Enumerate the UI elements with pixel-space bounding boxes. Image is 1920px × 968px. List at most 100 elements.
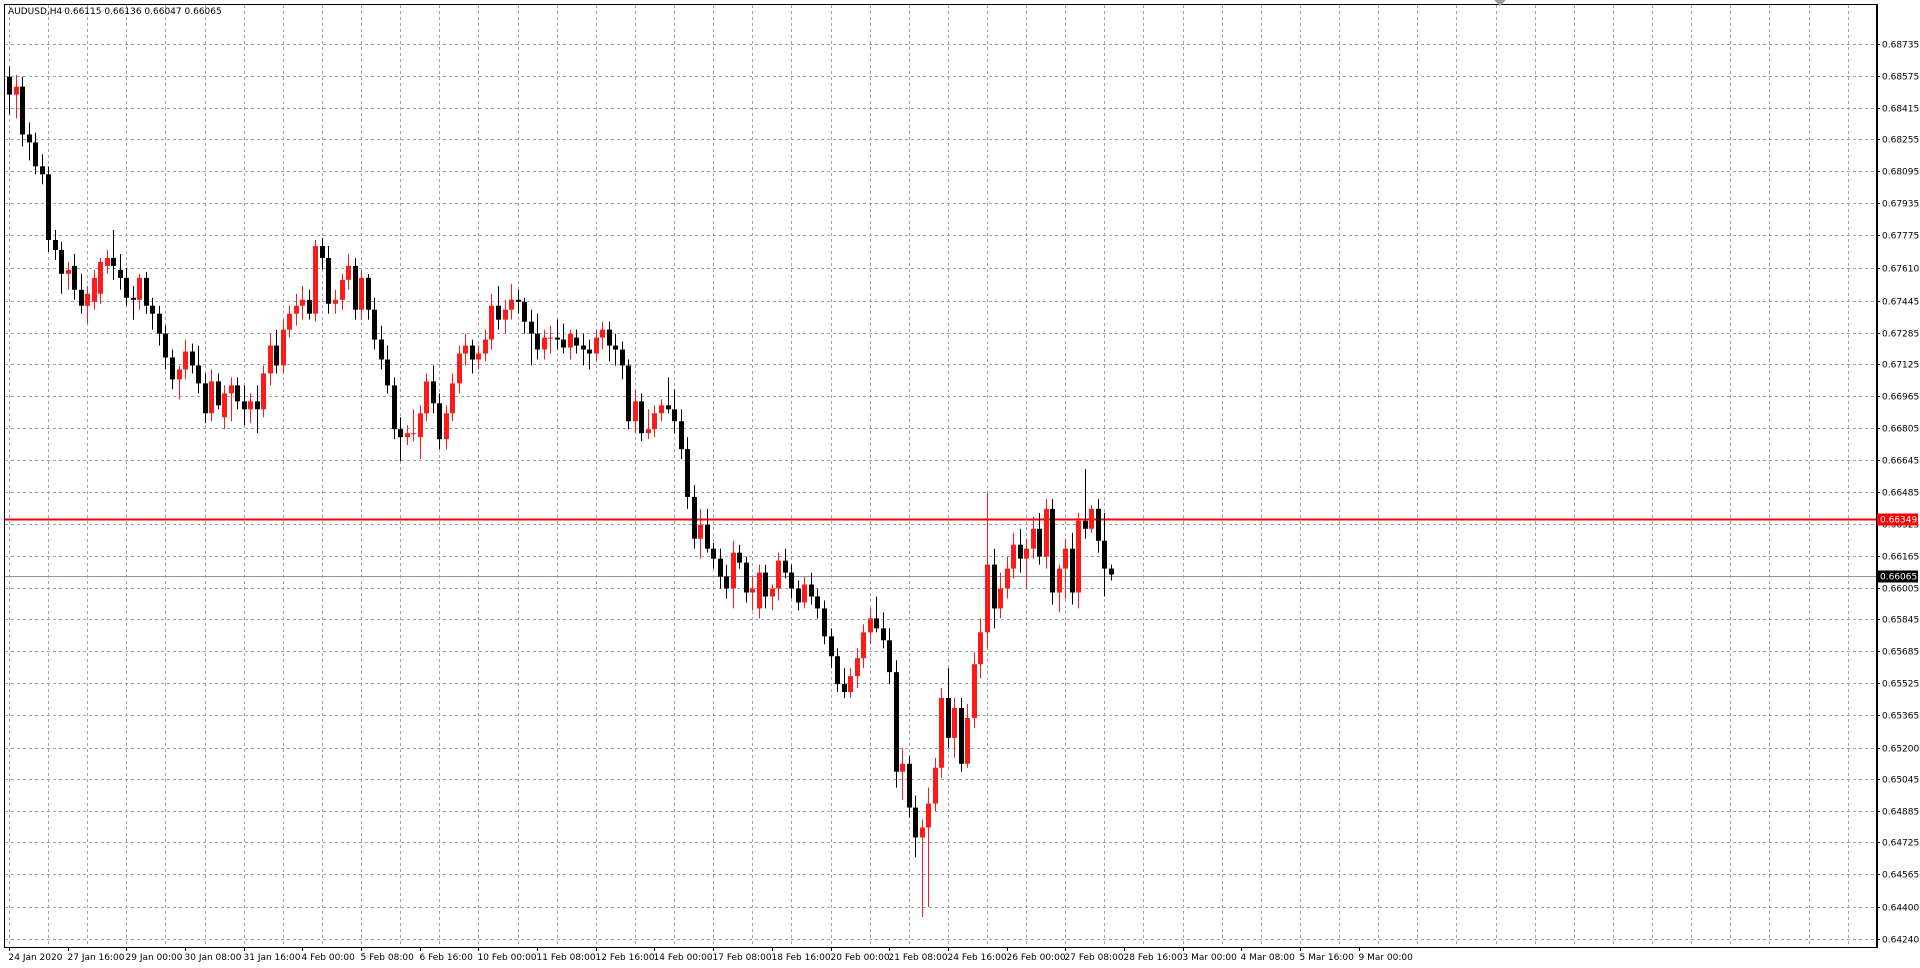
candle[interactable]	[939, 688, 944, 778]
candle[interactable]	[392, 377, 397, 440]
candle[interactable]	[398, 417, 403, 462]
candle[interactable]	[255, 385, 260, 434]
candle[interactable]	[483, 329, 488, 362]
candle[interactable]	[992, 548, 997, 629]
candle[interactable]	[1018, 528, 1023, 573]
candle[interactable]	[1031, 516, 1036, 559]
candle[interactable]	[855, 648, 860, 689]
candle[interactable]	[796, 580, 801, 611]
candle[interactable]	[900, 747, 905, 800]
candle[interactable]	[98, 257, 103, 304]
candle[interactable]	[581, 333, 586, 366]
candle[interactable]	[568, 329, 573, 360]
candle[interactable]	[203, 373, 208, 424]
candle[interactable]	[281, 319, 286, 374]
candle[interactable]	[698, 508, 703, 559]
candle[interactable]	[177, 365, 182, 400]
candle[interactable]	[503, 299, 508, 334]
candle[interactable]	[555, 319, 560, 350]
candle[interactable]	[118, 253, 123, 290]
candles[interactable]	[7, 66, 1114, 918]
candle[interactable]	[489, 293, 494, 350]
candle[interactable]	[972, 652, 977, 728]
candle[interactable]	[522, 297, 527, 334]
candle[interactable]	[1089, 504, 1094, 533]
plot-area[interactable]	[4, 4, 1878, 948]
candle[interactable]	[340, 273, 345, 310]
candle[interactable]	[542, 329, 547, 360]
candle[interactable]	[7, 66, 12, 115]
candle[interactable]	[822, 600, 827, 645]
candle[interactable]	[124, 267, 129, 306]
candle[interactable]	[411, 409, 416, 442]
candle[interactable]	[163, 325, 168, 370]
candle[interactable]	[476, 345, 481, 370]
candle[interactable]	[861, 624, 866, 669]
candle[interactable]	[66, 261, 71, 290]
candle[interactable]	[333, 289, 338, 314]
candle[interactable]	[959, 698, 964, 772]
candle[interactable]	[261, 365, 266, 418]
candle[interactable]	[27, 122, 32, 161]
candle[interactable]	[998, 572, 1003, 619]
candle[interactable]	[366, 273, 371, 320]
candle[interactable]	[470, 339, 475, 374]
candle[interactable]	[672, 389, 677, 434]
candle[interactable]	[978, 618, 983, 679]
candle[interactable]	[985, 492, 990, 649]
candle[interactable]	[353, 257, 358, 320]
candle[interactable]	[46, 166, 51, 252]
candle[interactable]	[1057, 564, 1062, 613]
candle[interactable]	[326, 245, 331, 314]
candle[interactable]	[835, 648, 840, 693]
candle[interactable]	[294, 293, 299, 326]
candle[interactable]	[829, 628, 834, 669]
candle[interactable]	[379, 325, 384, 370]
candle[interactable]	[216, 373, 221, 410]
candle[interactable]	[607, 321, 612, 362]
candle[interactable]	[300, 285, 305, 320]
candle[interactable]	[933, 757, 938, 812]
candle[interactable]	[229, 377, 234, 422]
candle[interactable]	[385, 345, 390, 394]
candle[interactable]	[620, 341, 625, 380]
candle[interactable]	[170, 349, 175, 390]
candle[interactable]	[789, 564, 794, 599]
candle[interactable]	[59, 242, 64, 294]
candle[interactable]	[85, 285, 90, 324]
candle[interactable]	[53, 230, 58, 260]
candle[interactable]	[731, 540, 736, 609]
candle[interactable]	[881, 612, 886, 649]
candle[interactable]	[372, 297, 377, 350]
candle[interactable]	[463, 333, 468, 366]
candle[interactable]	[1096, 498, 1101, 553]
candle[interactable]	[457, 345, 462, 394]
candle[interactable]	[92, 269, 97, 310]
candle[interactable]	[496, 285, 501, 330]
candle[interactable]	[157, 305, 162, 346]
candle[interactable]	[652, 405, 657, 438]
candle[interactable]	[418, 405, 423, 460]
candle[interactable]	[802, 576, 807, 609]
candle[interactable]	[594, 329, 599, 362]
candle[interactable]	[685, 437, 690, 509]
candle[interactable]	[431, 365, 436, 414]
candle[interactable]	[946, 668, 951, 748]
candle[interactable]	[359, 269, 364, 320]
candle[interactable]	[666, 377, 671, 414]
candle[interactable]	[952, 698, 957, 758]
candle[interactable]	[424, 373, 429, 422]
candle[interactable]	[639, 393, 644, 442]
candle[interactable]	[509, 283, 514, 320]
candle[interactable]	[313, 240, 318, 322]
candle[interactable]	[268, 333, 273, 386]
chart-shift-marker-icon[interactable]	[1494, 0, 1506, 6]
candle[interactable]	[763, 564, 768, 609]
candle[interactable]	[1050, 498, 1055, 605]
candle[interactable]	[907, 755, 912, 818]
candle[interactable]	[1063, 538, 1068, 599]
candle[interactable]	[679, 409, 684, 460]
candle[interactable]	[1102, 512, 1107, 597]
candle[interactable]	[190, 343, 195, 374]
candle[interactable]	[887, 628, 892, 685]
